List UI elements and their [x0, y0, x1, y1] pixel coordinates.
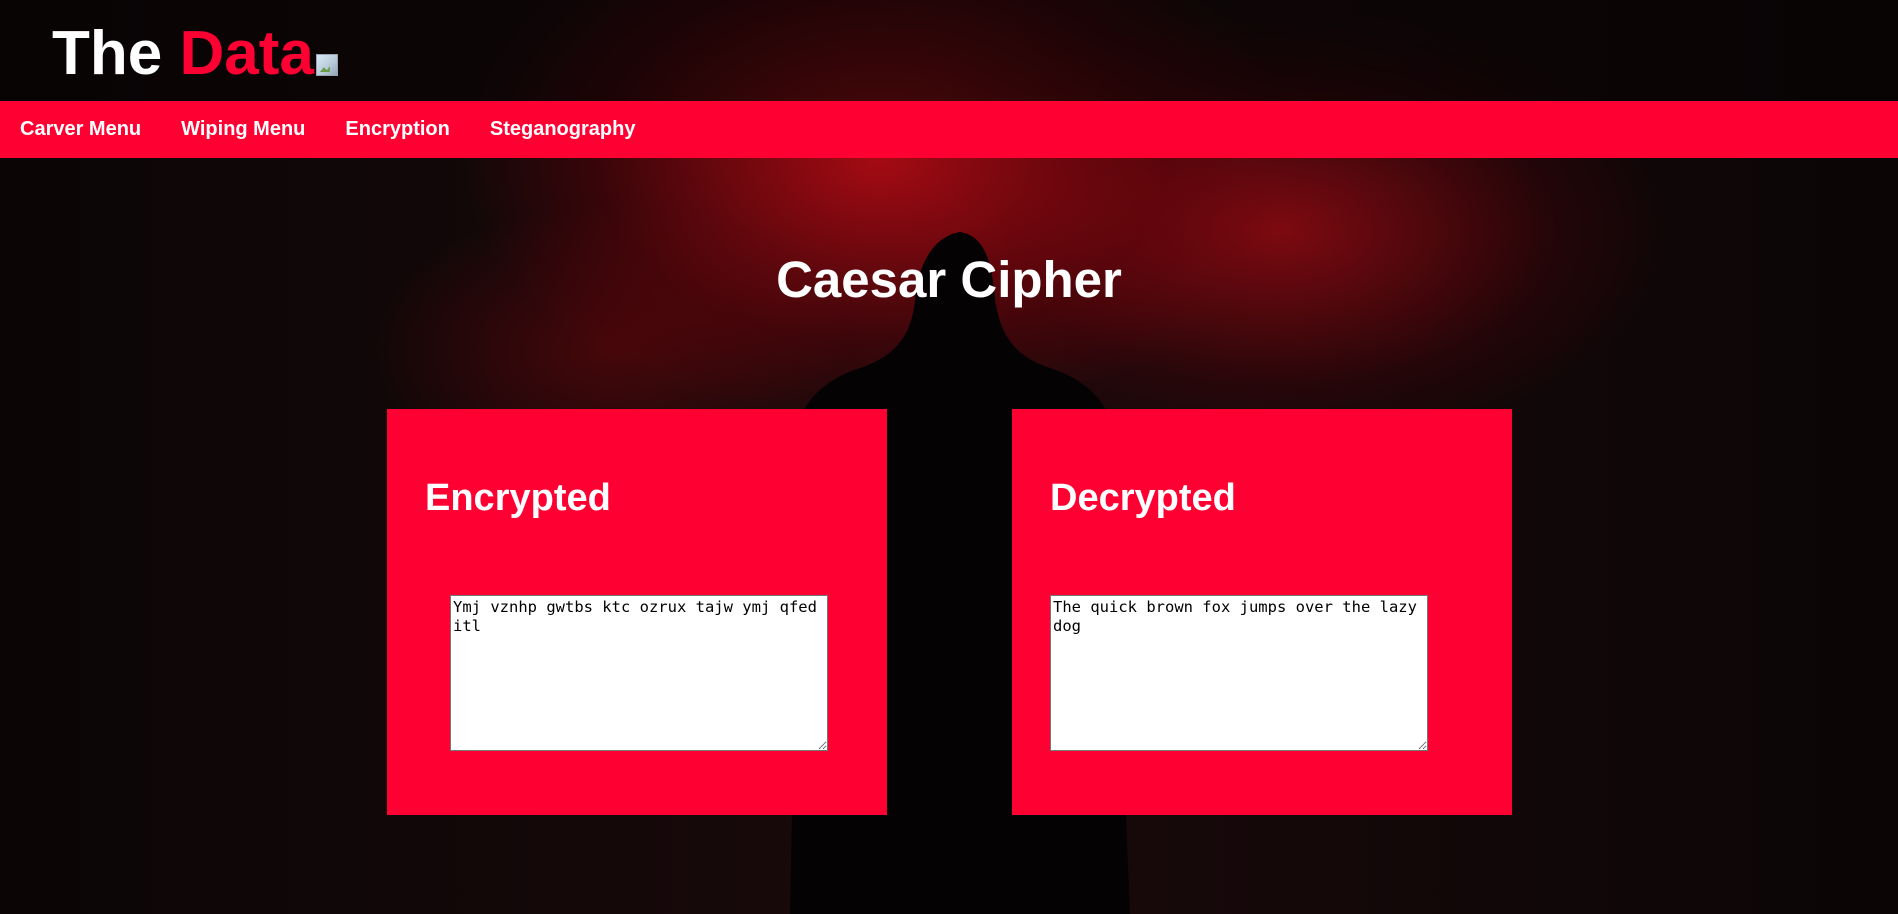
logo-text-the: The — [52, 19, 180, 88]
main-nav: Carver Menu Wiping Menu Encryption Stega… — [0, 101, 1898, 158]
encrypted-panel: Encrypted Ymj vznhp gwtbs ktc ozrux tajw… — [387, 409, 887, 815]
decrypted-panel: Decrypted The quick brown fox jumps over… — [1012, 409, 1512, 815]
site-header: The Data — [0, 0, 1898, 101]
encrypted-heading: Encrypted — [425, 477, 611, 519]
decrypted-textarea[interactable]: The quick brown fox jumps over the lazy … — [1050, 595, 1428, 751]
decrypted-heading: Decrypted — [1050, 477, 1236, 519]
nav-item-wiping-menu[interactable]: Wiping Menu — [181, 118, 305, 141]
nav-item-carver-menu[interactable]: Carver Menu — [20, 118, 141, 141]
broken-image-icon — [315, 54, 338, 76]
logo-text-data: Data — [179, 19, 314, 88]
encrypted-textarea[interactable]: Ymj vznhp gwtbs ktc ozrux tajw ymj qfed … — [450, 595, 828, 751]
nav-item-steganography[interactable]: Steganography — [490, 118, 636, 141]
page-title: Caesar Cipher — [776, 251, 1122, 308]
nav-item-encryption[interactable]: Encryption — [345, 118, 449, 141]
site-logo[interactable]: The Data — [52, 18, 338, 90]
